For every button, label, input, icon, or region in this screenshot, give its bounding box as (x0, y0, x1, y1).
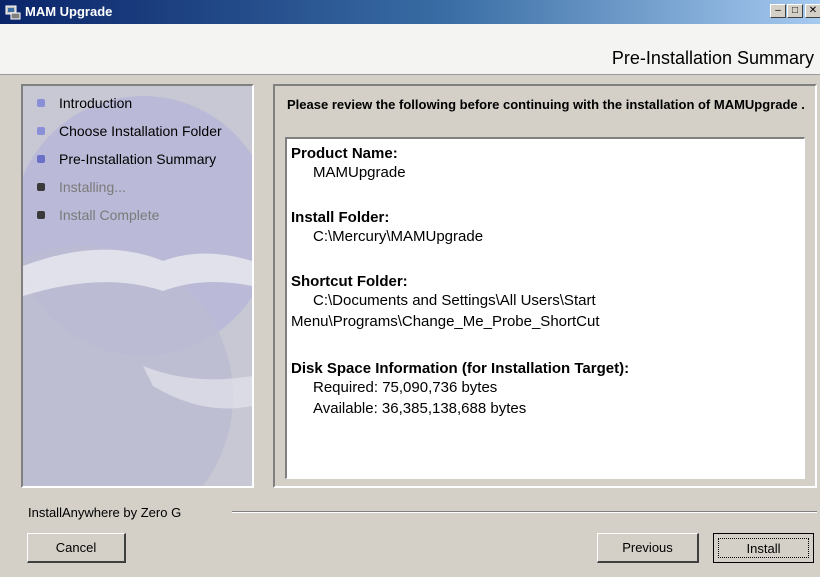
section-heading: Shortcut Folder: (291, 273, 408, 290)
minimize-icon[interactable]: ‒ (770, 4, 786, 18)
installer-window: MAM Upgrade ‒ □ ✕ Pre-Installation Summa… (0, 0, 820, 577)
install-folder-section: Install Folder: C:\Mercury\MAMUpgrade (291, 209, 801, 247)
available-space: Available: 36,385,138,688 bytes (313, 400, 527, 417)
step-bullet-icon (37, 155, 45, 163)
step-label: Pre-Installation Summary (59, 151, 217, 167)
disk-space-section: Disk Space Information (for Installation… (291, 360, 801, 419)
shortcut-folder-section: Shortcut Folder: C:\Documents and Settin… (291, 273, 801, 332)
required-space: Required: 75,090,736 bytes (313, 379, 498, 396)
header-banner: Pre-Installation Summary (0, 24, 820, 75)
step-label: Installing... (59, 179, 126, 195)
section-heading: Product Name: (291, 145, 398, 162)
step-bullet-icon (37, 211, 45, 219)
steps-panel: Introduction Choose Installation Folder … (21, 84, 254, 488)
product-name-section: Product Name: MAMUpgrade (291, 145, 801, 183)
section-heading: Install Folder: (291, 209, 390, 226)
section-value: C:\Documents and Settings\All Users\Star… (291, 292, 600, 330)
summary-box[interactable]: Product Name: MAMUpgrade Install Folder:… (285, 137, 805, 479)
title-bar[interactable]: MAM Upgrade ‒ □ ✕ (0, 0, 820, 24)
window-title: MAM Upgrade (25, 4, 113, 19)
section-value: MAMUpgrade (313, 164, 406, 181)
brand-label: InstallAnywhere by Zero G (28, 505, 188, 520)
footer-divider (232, 511, 817, 513)
maximize-icon[interactable]: □ (787, 4, 803, 18)
install-button[interactable]: Install (713, 533, 814, 563)
step-label: Choose Installation Folder (59, 123, 222, 139)
intro-text: Please review the following before conti… (287, 97, 805, 112)
page-title: Pre-Installation Summary (611, 48, 814, 68)
step-bullet-icon (37, 183, 45, 191)
step-bullet-icon (37, 99, 45, 107)
content-panel: Please review the following before conti… (273, 84, 817, 488)
step-label: Install Complete (59, 207, 160, 223)
installer-app-icon (5, 5, 21, 20)
section-value: C:\Mercury\MAMUpgrade (313, 228, 484, 245)
step-bullet-icon (37, 127, 45, 135)
section-heading: Disk Space Information (for Installation… (291, 360, 630, 377)
close-icon[interactable]: ✕ (805, 4, 820, 18)
cancel-button[interactable]: Cancel (27, 533, 126, 563)
panel-background-graphic (23, 86, 252, 486)
step-label: Introduction (59, 95, 133, 111)
previous-button[interactable]: Previous (597, 533, 699, 563)
install-button-label: Install (718, 538, 809, 558)
